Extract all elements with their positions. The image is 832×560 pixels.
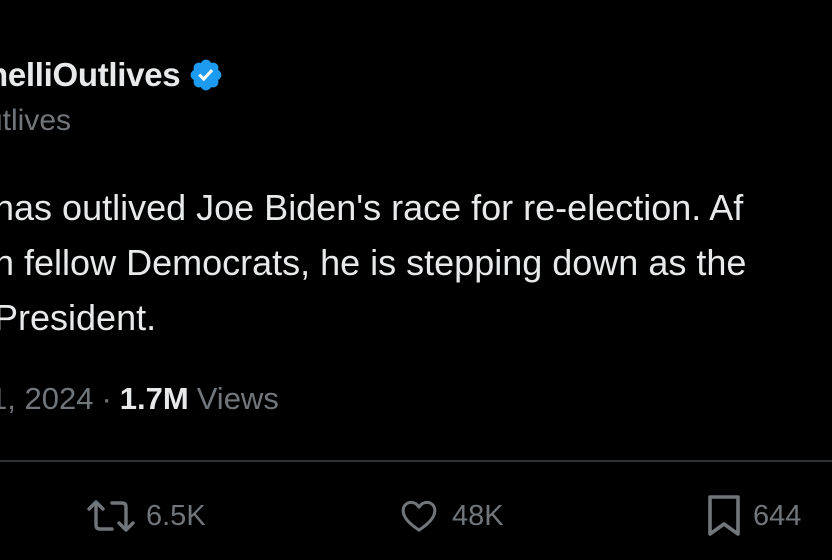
retweet-count: 6.5K (146, 499, 206, 532)
bookmark-button[interactable]: 644 (705, 494, 801, 538)
views-count: 1.7M (119, 381, 189, 416)
author-row: nelliOutlives (0, 56, 224, 94)
divider (0, 460, 832, 462)
verified-badge-icon[interactable] (188, 57, 224, 93)
tweet-text-line: President. (0, 297, 157, 338)
like-button[interactable]: 48K (396, 494, 504, 538)
retweet-button[interactable]: 6.5K (86, 494, 206, 538)
retweet-icon (86, 496, 136, 536)
tweet-text-line: n fellow Democrats, he is stepping down … (0, 242, 747, 283)
like-count: 48K (452, 499, 504, 532)
meta-separator: · (101, 381, 112, 416)
bookmark-count: 644 (753, 499, 802, 532)
tweet-date[interactable]: 1, 2024 (0, 381, 93, 417)
heart-icon (396, 496, 442, 536)
tweet-meta: 1, 2024 · 1.7M Views (0, 381, 279, 417)
tweet-text: has outlived Joe Biden's race for re-ele… (0, 180, 746, 345)
views-label: Views (196, 381, 279, 416)
author-handle[interactable]: utlives (0, 104, 71, 138)
author-display-name[interactable]: nelliOutlives (0, 56, 181, 94)
tweet-detail: nelliOutlives utlives has outlived Joe B… (0, 0, 832, 560)
bookmark-icon (705, 494, 743, 538)
tweet-text-line: has outlived Joe Biden's race for re-ele… (0, 187, 744, 228)
